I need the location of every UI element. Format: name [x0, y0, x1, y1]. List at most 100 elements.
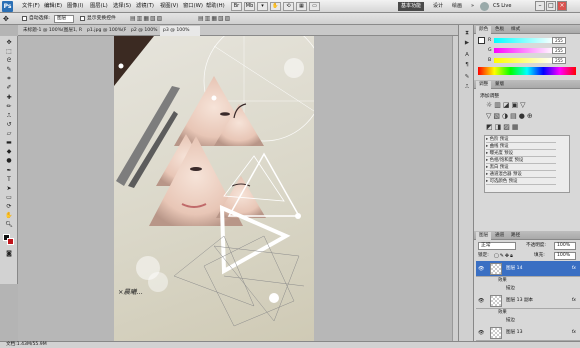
menu-image[interactable]: 图像(I)	[67, 2, 83, 11]
close-icon[interactable]: ×	[557, 1, 567, 11]
zoom-tool-icon[interactable]: 🔍︎	[4, 221, 14, 228]
layer-row-13[interactable]: 👁︎ 图层 13 fx	[476, 325, 580, 341]
blend-mode-dropdown[interactable]: 正常	[478, 242, 516, 250]
distribute-buttons[interactable]: ▤▥▦▧▨	[198, 15, 258, 23]
menu-layer[interactable]: 图层(L)	[90, 2, 108, 11]
zoom-level-icon[interactable]: ▾	[257, 2, 268, 11]
red-value[interactable]: 255	[552, 37, 566, 44]
character-icon[interactable]: A	[462, 51, 472, 60]
opacity-input[interactable]: 100%	[554, 242, 576, 250]
shape-tool-icon[interactable]: ▭	[4, 194, 14, 201]
lasso-tool-icon[interactable]: ᘓ	[4, 57, 14, 64]
quick-mask-icon[interactable]: ◙	[4, 250, 14, 257]
screen-mode-icon[interactable]: ▭	[309, 2, 320, 11]
adjust-icons-row3[interactable]: ◩◨▨▦	[486, 123, 566, 132]
eraser-tool-icon[interactable]: ▱	[4, 130, 14, 137]
crop-tool-icon[interactable]: ⌗	[4, 75, 14, 82]
layer-row-14[interactable]: 👁︎ 图层 14 fx	[476, 261, 580, 277]
visibility-eye-icon[interactable]: 👁︎	[478, 330, 485, 336]
cslive-label[interactable]: CS Live	[490, 2, 514, 11]
layer-row-13-copy[interactable]: 👁︎ 图层 13 副本 fx	[476, 293, 580, 309]
blue-slider[interactable]	[494, 58, 554, 63]
doc-tab[interactable]: 未标题-1 @ 100%(图层1, RGB/8)	[20, 26, 82, 36]
menu-window[interactable]: 窗口(W)	[183, 2, 203, 11]
fill-input[interactable]: 100%	[554, 252, 576, 260]
green-value[interactable]: 255	[552, 47, 566, 54]
history-brush-tool-icon[interactable]: ↺	[4, 121, 14, 128]
tab-color[interactable]: 颜色	[476, 26, 492, 34]
lock-buttons[interactable]: ▢✎✥🔒︎	[494, 252, 522, 260]
visibility-eye-icon[interactable]: 👁︎	[478, 266, 485, 272]
preset-curves[interactable]: 曲线 预设	[486, 144, 556, 150]
doc-tab-active[interactable]: p3 @ 100%	[160, 26, 200, 36]
dodge-tool-icon[interactable]: ●	[4, 157, 14, 164]
bridge-icon[interactable]: Br	[231, 2, 242, 11]
adjust-icons-row1[interactable]: ☼▥◪▣▽	[486, 101, 566, 110]
3d-rotate-tool-icon[interactable]: ⟳	[4, 203, 14, 210]
menu-edit[interactable]: 编辑(E)	[44, 2, 62, 11]
tab-masks[interactable]: 蒙版	[492, 81, 507, 89]
fx-icon[interactable]: fx	[572, 293, 576, 309]
history-icon[interactable]: ⧗	[462, 29, 472, 38]
canvas[interactable]: ×晨曦...	[114, 36, 314, 341]
workspace-design[interactable]: 设计	[430, 2, 446, 11]
paragraph-icon[interactable]: ¶	[462, 61, 472, 70]
preset-selective-color[interactable]: 可选颜色 预设	[486, 179, 556, 185]
path-select-tool-icon[interactable]: ➤	[4, 185, 14, 192]
menu-file[interactable]: 文件(F)	[22, 2, 40, 11]
fx-icon[interactable]: fx	[572, 261, 576, 277]
workspace-essentials[interactable]: 基本功能	[398, 2, 425, 11]
blur-tool-icon[interactable]: ◆	[4, 148, 14, 155]
green-slider[interactable]	[494, 48, 554, 53]
brush-tool-icon[interactable]: ✏	[4, 103, 14, 110]
menu-filter[interactable]: 滤镜(T)	[136, 2, 154, 11]
hand-tool-icon[interactable]: ✋	[4, 212, 14, 219]
effects-row[interactable]: 效果	[476, 277, 580, 285]
clone-stamp-tool-icon[interactable]: ⎍	[4, 112, 14, 119]
adjust-icons-row2[interactable]: ▽▧◑▤●⊕	[486, 112, 566, 121]
red-slider[interactable]	[494, 38, 554, 43]
fx-icon[interactable]: fx	[572, 325, 576, 341]
tab-channels[interactable]: 通道	[492, 232, 507, 240]
preset-exposure[interactable]: 曝光度 预设	[486, 151, 556, 157]
stroke-row[interactable]: 描边	[476, 285, 580, 293]
align-buttons[interactable]: ▤▥▦▧▨	[130, 15, 190, 23]
stroke-row[interactable]: 描边	[476, 317, 580, 325]
move-tool-icon[interactable]: ✥	[4, 39, 14, 46]
color-spectrum[interactable]	[478, 67, 576, 75]
auto-select-checkbox[interactable]	[22, 16, 27, 21]
effects-row[interactable]: 效果	[476, 309, 580, 317]
blue-value[interactable]: 255	[552, 57, 566, 64]
hand-view-icon[interactable]: ✋	[270, 2, 281, 11]
doc-tab[interactable]: p1.jpg @ 100%(RGB/8)	[84, 26, 126, 36]
tab-adjustments[interactable]: 调整	[476, 81, 492, 89]
quick-select-tool-icon[interactable]: ✎	[4, 66, 14, 73]
clone-source-icon[interactable]: ⎍	[462, 83, 472, 92]
preset-levels[interactable]: 色阶 预设	[486, 137, 556, 143]
gradient-tool-icon[interactable]: ▬	[4, 139, 14, 146]
healing-brush-tool-icon[interactable]: ✚	[4, 94, 14, 101]
actions-icon[interactable]: ▶	[462, 39, 472, 48]
minimize-icon[interactable]: –	[535, 1, 545, 11]
tab-paths[interactable]: 路径	[508, 232, 523, 240]
type-tool-icon[interactable]: T	[4, 176, 14, 183]
preset-channel-mixer[interactable]: 通道混合器 预设	[486, 172, 556, 178]
preset-hue-saturation[interactable]: 色相/饱和度 预设	[486, 158, 556, 164]
menu-help[interactable]: 帮助(H)	[206, 2, 225, 11]
menu-select[interactable]: 选择(S)	[113, 2, 131, 11]
minibridge-icon[interactable]: Mb	[244, 2, 255, 11]
show-transform-checkbox[interactable]	[80, 16, 85, 21]
pen-tool-icon[interactable]: ✒	[4, 167, 14, 174]
workspace-painting[interactable]: 绘画	[449, 2, 465, 11]
tab-layers[interactable]: 图层	[476, 232, 492, 240]
cslive-icon[interactable]	[480, 2, 489, 11]
rotate-view-icon[interactable]: ⟲	[283, 2, 294, 11]
marquee-tool-icon[interactable]: ⬚	[4, 48, 14, 55]
arrange-docs-icon[interactable]: ▦	[296, 2, 307, 11]
menu-view[interactable]: 视图(V)	[160, 2, 178, 11]
maximize-icon[interactable]: □	[546, 1, 556, 11]
eyedropper-tool-icon[interactable]: ✐	[4, 84, 14, 91]
tab-swatches[interactable]: 色板	[492, 26, 507, 34]
auto-select-dropdown[interactable]: 图层	[54, 15, 74, 23]
move-tool-icon[interactable]: ✥	[3, 15, 13, 23]
